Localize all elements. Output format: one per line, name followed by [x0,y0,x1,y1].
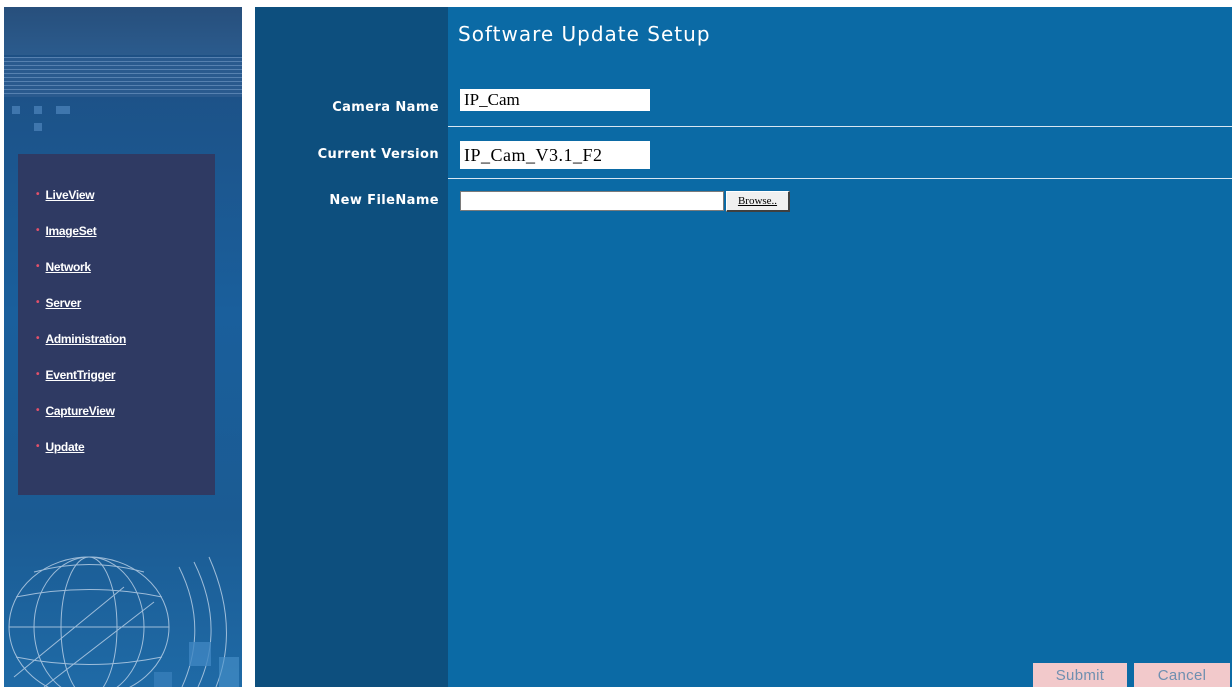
menu-link-network[interactable]: Network [46,260,92,274]
decor-square [34,106,42,114]
app-root: • LiveView • ImageSet • Network • Server • Ad… [0,0,1232,687]
menu-item-imageset[interactable]: • ImageSet [36,224,126,260]
new-filename-label: New FileName [329,193,439,208]
menu-link-captureview[interactable]: CaptureView [46,404,115,418]
menu-item-update[interactable]: • Update [36,440,126,476]
bullet-icon: • [36,297,40,308]
cancel-button[interactable]: Cancel [1134,663,1230,687]
row-divider [448,178,1232,179]
menu-item-server[interactable]: • Server [36,296,126,332]
menu-link-eventtrigger[interactable]: EventTrigger [46,368,116,382]
menu-link-administration[interactable]: Administration [46,332,127,346]
bullet-icon: • [36,225,40,236]
bullet-icon: • [36,261,40,272]
bullet-icon: • [36,333,40,344]
bullet-icon: • [36,369,40,380]
decor-square [56,106,70,114]
menu-item-liveview[interactable]: • LiveView [36,188,126,224]
sidebar-header-band [4,7,242,55]
camera-name-label: Camera Name [332,100,439,115]
page-title: Software Update Setup [458,22,711,46]
current-version-label: Current Version [317,147,439,162]
nav-menu-panel: • LiveView • ImageSet • Network • Server • Ad… [18,154,215,495]
bullet-icon: • [36,405,40,416]
menu-link-update[interactable]: Update [46,440,85,454]
camera-name-value: IP_Cam [460,89,650,111]
row-divider [448,126,1232,127]
current-version-value: IP_Cam_V3.1_F2 [460,141,650,169]
submit-button[interactable]: Submit [1033,663,1127,687]
globe-decoration-icon [8,556,239,687]
menu-link-liveview[interactable]: LiveView [46,188,95,202]
menu-item-eventtrigger[interactable]: • EventTrigger [36,368,126,404]
bullet-icon: • [36,441,40,452]
sidebar: • LiveView • ImageSet • Network • Server • Ad… [4,7,242,687]
new-filename-input[interactable] [460,191,724,211]
main-panel: Software Update Setup Camera Name IP_Cam… [255,7,1232,687]
menu-link-server[interactable]: Server [46,296,82,310]
decor-square [34,123,42,131]
menu-item-administration[interactable]: • Administration [36,332,126,368]
menu-item-captureview[interactable]: • CaptureView [36,404,126,440]
menu-link-imageset[interactable]: ImageSet [46,224,97,238]
bullet-icon: • [36,189,40,200]
sidebar-stripes [4,57,242,97]
browse-button[interactable]: Browse.. [726,191,790,212]
nav-menu: • LiveView • ImageSet • Network • Server • Ad… [36,188,126,476]
decor-square [12,106,20,114]
menu-item-network[interactable]: • Network [36,260,126,296]
